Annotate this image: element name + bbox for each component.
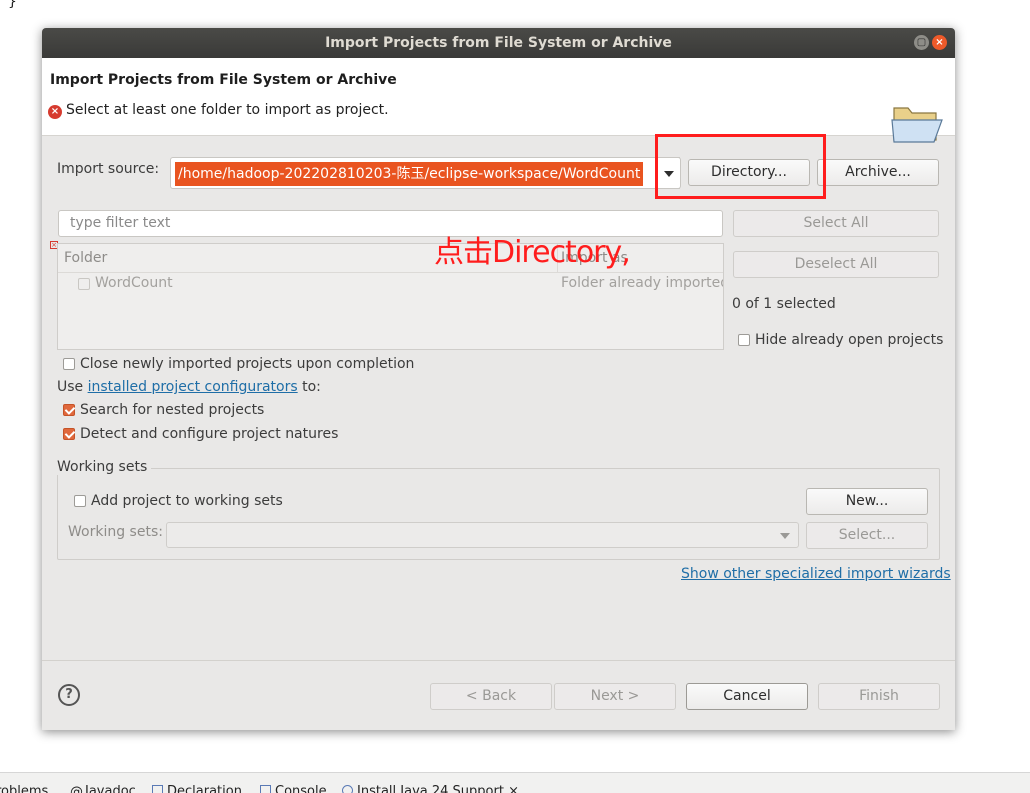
select-all-button[interactable]: Select All <box>733 210 939 237</box>
detect-configure-label[interactable]: Detect and configure project natures <box>80 426 338 442</box>
import-source-label: Import source: <box>57 161 160 177</box>
dialog-titlebar: Import Projects from File System or Arch… <box>42 28 955 58</box>
search-nested-checkbox[interactable] <box>63 404 75 416</box>
search-nested-label[interactable]: Search for nested projects <box>80 402 264 418</box>
annotation-highlight-box <box>655 134 826 199</box>
header-title: Import Projects from File System or Arch… <box>50 72 397 88</box>
annotation-text: 点击Directory, <box>434 235 631 270</box>
tab-problems[interactable]: roblems <box>0 784 48 793</box>
row-checkbox[interactable] <box>78 278 90 290</box>
close-icon[interactable]: × <box>508 784 519 793</box>
add-to-working-sets-checkbox[interactable] <box>74 495 86 507</box>
close-icon[interactable]: × <box>932 35 947 50</box>
cancel-button[interactable]: Cancel <box>686 683 808 710</box>
back-button[interactable]: < Back <box>430 683 552 710</box>
new-working-set-button[interactable]: New... <box>806 488 928 515</box>
error-message: Select at least one folder to import as … <box>66 102 389 118</box>
tab-declaration-label: Declaration <box>167 784 242 793</box>
working-sets-combo[interactable] <box>166 522 799 548</box>
tab-declaration[interactable]: Declaration <box>152 784 242 793</box>
close-newly-label[interactable]: Close newly imported projects upon compl… <box>80 356 414 372</box>
tab-console-label: Console <box>275 784 327 793</box>
console-icon <box>260 785 271 793</box>
finish-button[interactable]: Finish <box>818 683 940 710</box>
add-to-working-sets-label[interactable]: Add project to working sets <box>91 493 283 509</box>
detect-configure-checkbox[interactable] <box>63 428 75 440</box>
error-icon: × <box>48 105 62 119</box>
working-sets-title: Working sets <box>57 459 152 475</box>
help-icon[interactable]: ? <box>58 684 80 706</box>
table-row-folder[interactable]: WordCount <box>95 275 173 291</box>
use-prefix: Use <box>57 379 84 395</box>
maximize-icon[interactable]: ▢ <box>914 35 929 50</box>
window-title: Import Projects from File System or Arch… <box>325 35 672 51</box>
deselect-all-button[interactable]: Deselect All <box>733 251 939 278</box>
import-source-value: /home/hadoop-202202810203-陈玉/eclipse-wor… <box>175 162 644 186</box>
info-icon <box>342 785 353 793</box>
use-suffix: to: <box>302 379 321 395</box>
tab-install-java[interactable]: Install Java 24 Support × <box>342 784 519 793</box>
import-source-combo[interactable]: /home/hadoop-202202810203-陈玉/eclipse-wor… <box>170 157 680 189</box>
next-button[interactable]: Next > <box>554 683 676 710</box>
selected-count: 0 of 1 selected <box>732 296 836 312</box>
declaration-icon <box>152 785 163 793</box>
close-newly-checkbox[interactable] <box>63 358 75 370</box>
tab-console[interactable]: Console <box>260 784 327 793</box>
configurators-line: Use installed project configurators to: <box>57 379 321 395</box>
select-working-set-button[interactable]: Select... <box>806 522 928 549</box>
folder-icon <box>891 107 943 143</box>
show-other-wizards-link[interactable]: Show other specialized import wizards <box>681 566 951 582</box>
footer-separator <box>42 660 955 661</box>
hide-open-projects-label[interactable]: Hide already open projects <box>755 332 943 348</box>
editor-brace: } <box>8 0 17 10</box>
archive-button[interactable]: Archive... <box>817 159 939 186</box>
working-sets-label: Working sets: <box>68 524 163 540</box>
tab-javadoc[interactable]: @ Javadoc <box>70 784 136 793</box>
table-row-import-as: Folder already imported <box>561 275 723 291</box>
tab-install-java-label: Install Java 24 Support <box>357 784 504 793</box>
bottom-view-tabs: roblems @ Javadoc Declaration Console Ins… <box>0 772 1030 793</box>
javadoc-icon: @ <box>70 785 83 793</box>
dialog-header: Import Projects from File System or Arch… <box>42 58 955 143</box>
tab-javadoc-label: Javadoc <box>85 784 136 793</box>
hide-open-projects-checkbox[interactable] <box>738 334 750 346</box>
installed-configurators-link[interactable]: installed project configurators <box>88 379 298 395</box>
